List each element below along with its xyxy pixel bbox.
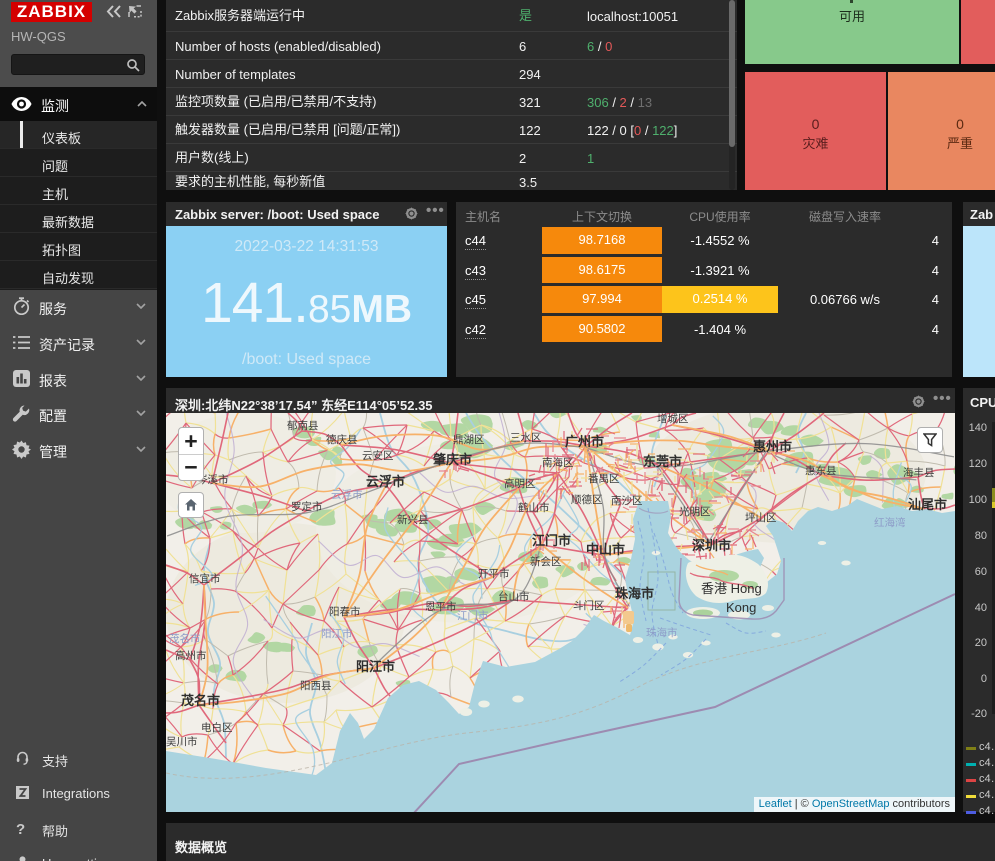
svg-text:珠海市: 珠海市 (646, 626, 678, 639)
svg-text:阳江市: 阳江市 (321, 627, 353, 640)
svg-text:吴川市: 吴川市 (166, 735, 198, 748)
svg-text:深圳市: 深圳市 (692, 538, 731, 553)
svg-text:惠东县: 惠东县 (805, 464, 837, 477)
svg-text:红海湾: 红海湾 (874, 516, 906, 529)
svg-text:光明区: 光明区 (679, 505, 711, 518)
svg-text:珠海市: 珠海市 (615, 586, 654, 601)
svg-text:新兴县: 新兴县 (397, 513, 429, 526)
svg-text:江门市: 江门市 (457, 609, 489, 622)
svg-text:阳江市: 阳江市 (356, 659, 395, 674)
svg-text:番禺区: 番禺区 (588, 473, 620, 485)
svg-text:云浮市: 云浮市 (331, 488, 363, 501)
svg-text:阳春市: 阳春市 (329, 605, 361, 618)
svg-text:高州市: 高州市 (175, 649, 207, 662)
svg-text:新会区: 新会区 (530, 555, 562, 568)
svg-text:云浮市: 云浮市 (366, 474, 405, 489)
svg-text:云安区: 云安区 (362, 449, 394, 462)
svg-text:罗定市: 罗定市 (291, 500, 323, 513)
svg-text:Kong: Kong (726, 600, 756, 615)
svg-text:信宜市: 信宜市 (189, 572, 221, 585)
svg-text:鼎湖区: 鼎湖区 (453, 434, 485, 446)
svg-text:开平市: 开平市 (478, 567, 510, 580)
svg-text:台山市: 台山市 (498, 590, 530, 603)
svg-text:德庆县: 德庆县 (326, 433, 358, 446)
svg-text:中山市: 中山市 (586, 542, 625, 557)
svg-text:南沙区: 南沙区 (611, 494, 643, 507)
svg-text:三水区: 三水区 (510, 432, 542, 444)
svg-text:茂名市: 茂名市 (169, 632, 201, 645)
svg-text:茂名市: 茂名市 (181, 693, 220, 708)
svg-text:南海区: 南海区 (542, 456, 574, 469)
svg-text:汕尾市: 汕尾市 (908, 497, 947, 512)
svg-text:恩平市: 恩平市 (425, 600, 457, 613)
svg-text:东莞市: 东莞市 (643, 454, 682, 469)
svg-text:电白区: 电白区 (201, 721, 233, 734)
svg-text:阳西县: 阳西县 (300, 680, 332, 692)
svg-text:海丰县: 海丰县 (903, 466, 935, 479)
svg-text:肇庆市: 肇庆市 (432, 452, 472, 467)
svg-text:江门市: 江门市 (532, 533, 571, 548)
svg-text:坪山区: 坪山区 (745, 511, 777, 524)
svg-text:增城区: 增城区 (657, 413, 689, 425)
svg-text:鹤山市: 鹤山市 (518, 501, 550, 514)
svg-text:惠州市: 惠州市 (753, 439, 792, 454)
svg-text:香港 Hong: 香港 Hong (701, 581, 762, 596)
svg-text:斗门区: 斗门区 (573, 599, 605, 612)
svg-text:郁南县: 郁南县 (287, 419, 319, 432)
svg-text:高明区: 高明区 (504, 477, 536, 490)
svg-text:顺德区: 顺德区 (571, 493, 603, 506)
svg-text:广州市: 广州市 (565, 434, 604, 449)
